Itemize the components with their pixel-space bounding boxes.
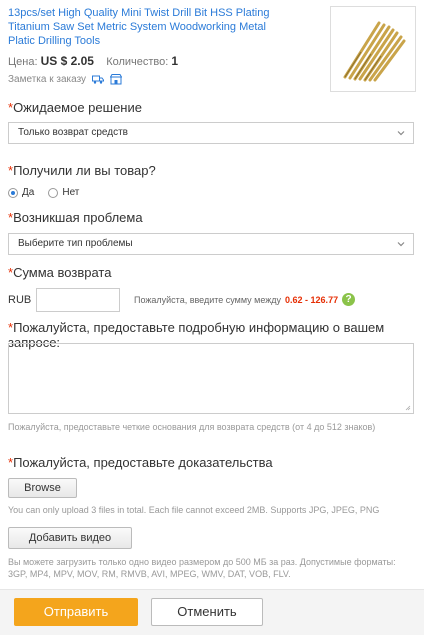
solution-label-text: Ожидаемое решение xyxy=(13,100,142,115)
browse-button[interactable]: Browse xyxy=(8,478,77,498)
price-value: US $ 2.05 xyxy=(40,54,94,68)
problem-select[interactable]: Выберите тип проблемы xyxy=(8,233,414,255)
order-note-row: Заметка к заказу xyxy=(8,74,123,85)
solution-label: *Ожидаемое решение xyxy=(8,100,142,115)
quantity-label: Количество: xyxy=(106,56,169,68)
received-no-radio[interactable] xyxy=(48,187,59,198)
received-radio-group: Да Нет xyxy=(8,187,79,198)
evidence-label: *Пожалуйста, предоставьте доказательства xyxy=(8,455,273,470)
help-icon[interactable]: ? xyxy=(342,293,356,306)
problem-label: *Возникшая проблема xyxy=(8,210,143,225)
cancel-button[interactable]: Отменить xyxy=(151,598,263,626)
refund-range: 0.62 - 126.77 xyxy=(285,294,339,305)
price-label: Цена: xyxy=(8,56,38,68)
received-yes-radio[interactable] xyxy=(8,187,18,198)
received-yes-label[interactable]: Да xyxy=(22,187,34,198)
refund-hint-text: Пожалуйста, введите сумму между xyxy=(134,294,282,305)
store-icon[interactable] xyxy=(110,74,123,85)
submit-button[interactable]: Отправить xyxy=(14,598,138,626)
refund-label-text: Сумма возврата xyxy=(13,265,112,280)
order-note-label: Заметка к заказу xyxy=(8,74,87,85)
solution-selected-value: Только возврат средств xyxy=(18,127,128,138)
refund-label: *Сумма возврата xyxy=(8,265,111,280)
refund-hint: Пожалуйста, введите сумму между 0.62 - 1… xyxy=(134,293,356,306)
resize-handle-icon[interactable] xyxy=(405,405,411,411)
evidence-label-text: Пожалуйста, предоставьте доказательства xyxy=(13,455,273,470)
details-hint: Пожалуйста, предоставьте четкие основани… xyxy=(8,422,376,432)
product-thumbnail[interactable] xyxy=(330,6,416,92)
price-row: Цена: US $ 2.05 Количество: 1 xyxy=(8,54,178,68)
chevron-down-icon xyxy=(397,131,405,136)
truck-icon[interactable] xyxy=(92,74,105,85)
quantity-value: 1 xyxy=(171,54,179,68)
video-hint: Вы можете загрузить только одно видео ра… xyxy=(8,557,396,579)
received-label-text: Получили ли вы товар? xyxy=(13,163,156,178)
chevron-down-icon xyxy=(397,242,405,247)
add-video-button[interactable]: Добавить видео xyxy=(8,527,132,549)
problem-label-text: Возникшая проблема xyxy=(13,210,143,225)
currency-label: RUB xyxy=(8,294,32,306)
details-textarea[interactable] xyxy=(8,343,414,414)
received-no-label[interactable]: Нет xyxy=(62,187,79,198)
drill-bits-image xyxy=(343,21,406,82)
upload-hint: You can only upload 3 files in total. Ea… xyxy=(8,505,380,515)
received-label: *Получили ли вы товар? xyxy=(8,163,156,178)
refund-amount-input[interactable] xyxy=(36,288,120,312)
product-title[interactable]: 13pcs/set High Quality Mini Twist Drill … xyxy=(8,6,288,48)
solution-select[interactable]: Только возврат средств xyxy=(8,122,414,144)
problem-placeholder: Выберите тип проблемы xyxy=(18,238,133,249)
